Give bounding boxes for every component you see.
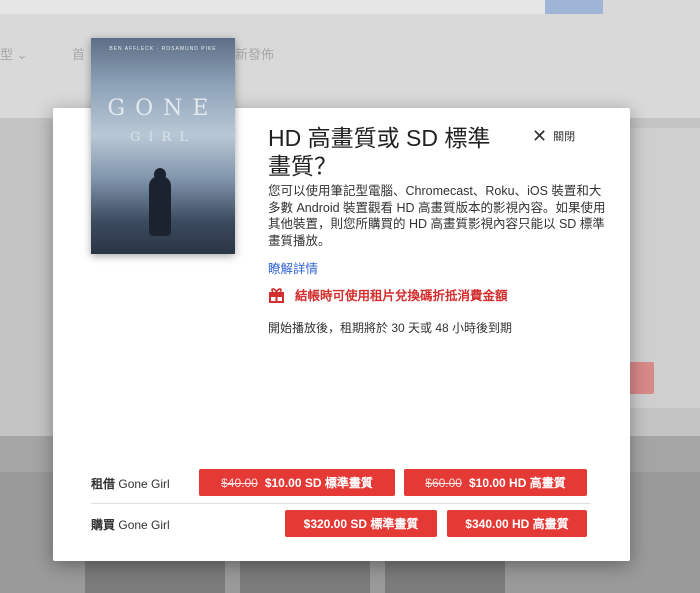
- background-thumbnail: [385, 560, 505, 593]
- promo-text: 結帳時可使用租片兌換碼折抵消費金額: [295, 289, 508, 303]
- poster-credits: BEN AFFLECK · ROSAMUND PIKE: [109, 46, 217, 52]
- rent-label: 租借 Gone Girl: [91, 475, 170, 492]
- search-bar: [0, 0, 545, 14]
- buy-sd-price: $320.00 SD 標準畫質: [303, 517, 419, 531]
- row-divider: [91, 503, 591, 504]
- rent-hd-button[interactable]: $60.00 $10.00 HD 高畫質: [404, 469, 587, 496]
- poster-title-line2: GIRL: [130, 130, 196, 145]
- rent-hd-old-price: $60.00: [425, 475, 462, 490]
- close-button[interactable]: ✕ 關閉: [532, 126, 576, 146]
- rental-period-note: 開始播放後，租期將於 30 天或 48 小時後到期: [268, 321, 513, 335]
- buy-hd-price: $340.00 HD 高畫質: [465, 517, 569, 531]
- hd-sd-description: 您可以使用筆記型電腦、Chromecast、Roku、iOS 裝置和大多數 An…: [268, 184, 606, 248]
- nav-item-home: 首: [72, 47, 86, 62]
- buy-label-bold: 購買: [91, 517, 116, 532]
- poster-title-line1: GONE: [107, 96, 219, 121]
- promo-notice: 結帳時可使用租片兌換碼折抵消費金額: [268, 285, 508, 304]
- rent-row: 租借 Gone Girl $40.00 $10.00 SD 標準畫質 $60.0…: [91, 468, 591, 498]
- gift-icon: [268, 287, 285, 303]
- rent-sd-price: $10.00 SD 標準畫質: [264, 476, 373, 490]
- background-thumbnail: [240, 560, 370, 593]
- rent-sd-old-price: $40.00: [221, 475, 258, 490]
- nav-item-new: 新發佈: [235, 47, 275, 62]
- buy-row: 購買 Gone Girl $320.00 SD 標準畫質 $340.00 HD …: [91, 509, 591, 539]
- nav-item-genre: 型 ⌄: [0, 47, 28, 62]
- buy-sd-button[interactable]: $320.00 SD 標準畫質: [285, 510, 437, 537]
- background-thumbnail: [85, 560, 225, 593]
- close-icon: ✕: [532, 126, 548, 146]
- close-label: 關閉: [553, 131, 576, 143]
- rent-movie-title: Gone Girl: [118, 476, 170, 491]
- dialog-title: HD 高畫質或 SD 標準畫質？: [268, 125, 491, 179]
- buy-movie-title: Gone Girl: [118, 517, 170, 532]
- movie-poster: BEN AFFLECK · ROSAMUND PIKE GONE GIRL: [91, 38, 235, 254]
- poster-figure: [149, 176, 171, 236]
- buy-label: 購買 Gone Girl: [91, 516, 170, 533]
- rent-label-bold: 租借: [91, 476, 116, 491]
- rent-sd-button[interactable]: $40.00 $10.00 SD 標準畫質: [199, 469, 395, 496]
- search-button: [545, 0, 603, 14]
- rent-hd-price: $10.00 HD 高畫質: [468, 476, 566, 490]
- background-red-button: [628, 362, 654, 394]
- buy-hd-button[interactable]: $340.00 HD 高畫質: [447, 510, 587, 537]
- learn-more-link[interactable]: 瞭解詳情: [268, 258, 318, 277]
